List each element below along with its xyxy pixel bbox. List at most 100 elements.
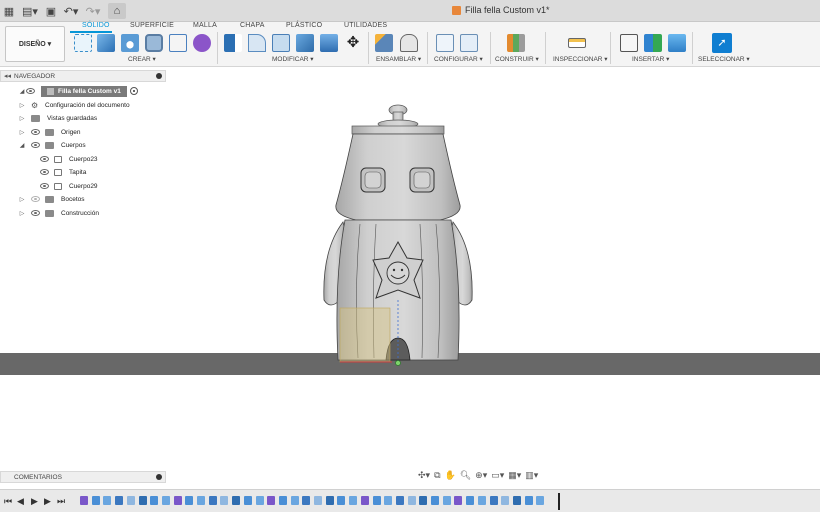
timeline-feature-icon[interactable] <box>150 496 159 505</box>
tree-item-document-settings[interactable]: ▷ ⚙ Configuración del documento <box>18 99 130 111</box>
timeline-feature-icon[interactable] <box>407 496 416 505</box>
visibility-eye-icon[interactable] <box>31 129 40 135</box>
timeline-feature-icon[interactable] <box>501 496 510 505</box>
comments-panel-title: COMENTARIOS <box>14 474 62 481</box>
timeline-feature-icon[interactable] <box>477 496 486 505</box>
step-forward-icon[interactable]: ▶ <box>44 496 51 507</box>
tree-item-bodies[interactable]: ◢ Cuerpos <box>18 139 86 151</box>
grid-settings-icon[interactable]: ▦▾ <box>508 470 521 481</box>
timeline-feature-icon[interactable] <box>185 496 194 505</box>
timeline-feature-icon[interactable] <box>173 496 182 505</box>
timeline-feature-icon[interactable] <box>512 496 521 505</box>
folder-icon <box>45 128 54 136</box>
timeline-feature-icon[interactable] <box>161 496 170 505</box>
visibility-eye-icon[interactable] <box>26 88 35 94</box>
tree-item-tapita[interactable]: Tapita <box>40 166 86 178</box>
navigation-toolbar: ✣▾ ⧉ ✋ 🔍︎ ⊕▾ ▭▾ ▦▾ ▥▾ <box>418 468 550 482</box>
timeline-feature-icon[interactable] <box>232 496 241 505</box>
timeline-feature-icon[interactable] <box>278 496 287 505</box>
timeline-feature-icon[interactable] <box>431 496 439 505</box>
expand-icon[interactable]: ▷ <box>18 129 26 136</box>
model-body[interactable] <box>323 104 473 366</box>
timeline-feature-icon[interactable] <box>115 496 124 505</box>
comments-panel-header[interactable]: COMENTARIOS <box>0 471 166 483</box>
timeline-feature-icon[interactable] <box>524 496 533 505</box>
timeline-feature-icon[interactable] <box>454 496 463 505</box>
expand-icon[interactable]: ▷ <box>18 196 26 203</box>
timeline-feature-icon[interactable] <box>360 496 369 505</box>
tree-item-construction[interactable]: ▷ Construcción <box>18 207 99 219</box>
go-to-start-icon[interactable]: ⏮ <box>4 496 12 507</box>
collapse-panel-icon[interactable]: ◂◂ <box>4 72 11 80</box>
timeline-feature-icon[interactable] <box>536 496 545 505</box>
add-comment-icon[interactable] <box>156 474 162 480</box>
expand-icon[interactable]: ▷ <box>18 210 26 217</box>
timeline-feature-icon[interactable] <box>442 496 451 505</box>
viewports-icon[interactable]: ▥▾ <box>525 470 538 481</box>
tree-item-sketches[interactable]: ▷ Bocetos <box>18 193 85 205</box>
collapse-icon[interactable]: ◢ <box>18 142 26 149</box>
visibility-eye-icon[interactable] <box>31 196 40 202</box>
body-icon <box>54 168 62 176</box>
look-at-icon[interactable]: ⧉ <box>434 470 440 481</box>
timeline-feature-icon[interactable] <box>290 496 299 505</box>
collapse-icon[interactable]: ◢ <box>18 88 26 95</box>
timeline-feature-icon[interactable] <box>243 496 252 505</box>
orbit-icon[interactable]: ✣▾ <box>418 470 430 481</box>
timeline-feature-icon[interactable] <box>103 496 112 505</box>
fit-icon[interactable]: ⊕▾ <box>475 470 487 481</box>
timeline-feature-icon[interactable] <box>138 496 147 505</box>
play-icon[interactable]: ▶ <box>31 496 38 507</box>
timeline-feature-icon[interactable] <box>267 496 276 505</box>
browser-panel-header[interactable]: ◂◂ NAVEGADOR <box>0 70 166 82</box>
timeline-feature-icon[interactable] <box>384 496 393 505</box>
panel-pin-icon[interactable] <box>156 73 162 79</box>
timeline-feature-icon[interactable] <box>302 496 311 505</box>
timeline-feature-icon[interactable] <box>466 496 475 505</box>
tree-root-label-box[interactable]: Filla fella Custom v1 <box>41 85 127 97</box>
visibility-eye-icon[interactable] <box>31 210 40 216</box>
tree-item-body29[interactable]: Cuerpo29 <box>40 180 98 192</box>
timeline-feature-icon[interactable] <box>255 496 264 505</box>
visibility-eye-icon[interactable] <box>40 169 49 175</box>
timeline-feature-icon[interactable] <box>325 496 334 505</box>
activate-radio-icon[interactable] <box>129 87 138 95</box>
visibility-eye-icon[interactable] <box>40 156 49 162</box>
timeline-feature-icon[interactable] <box>395 496 404 505</box>
folder-icon <box>45 141 54 149</box>
step-back-icon[interactable]: ◀ <box>17 496 24 507</box>
timeline-feature-icon[interactable] <box>80 496 88 505</box>
timeline-feature-icon[interactable] <box>91 496 100 505</box>
folder-icon <box>45 195 54 203</box>
timeline-feature-icon[interactable] <box>489 496 498 505</box>
timeline-marker[interactable] <box>558 493 560 510</box>
timeline-feature-icon[interactable] <box>337 496 346 505</box>
visibility-eye-icon[interactable] <box>31 142 40 148</box>
tree-item-origin[interactable]: ▷ Origen <box>18 126 81 138</box>
timeline-feature-icon[interactable] <box>208 496 217 505</box>
body-icon <box>54 182 62 190</box>
visibility-eye-icon[interactable] <box>40 183 49 189</box>
timeline-feature-icon[interactable] <box>419 496 428 505</box>
body-icon <box>54 155 62 163</box>
tree-item-body23[interactable]: Cuerpo23 <box>40 153 98 165</box>
folder-icon <box>45 209 54 217</box>
go-to-end-icon[interactable]: ⏭ <box>57 496 65 507</box>
timeline-feature-icon[interactable] <box>314 496 322 505</box>
timeline-feature-icon[interactable] <box>197 496 205 505</box>
expand-icon[interactable]: ▷ <box>18 102 26 109</box>
tree-root[interactable]: ◢ Filla fella Custom v1 <box>18 85 138 97</box>
display-settings-icon[interactable]: ▭▾ <box>491 470 504 481</box>
timeline-feature-icon[interactable] <box>126 496 135 505</box>
pan-hand-icon[interactable]: ✋ <box>445 470 456 481</box>
tree-item-saved-views[interactable]: ▷ Vistas guardadas <box>18 112 97 124</box>
folder-icon <box>31 114 40 122</box>
browser-panel-title: NAVEGADOR <box>14 73 56 80</box>
component-icon <box>47 87 54 95</box>
timeline-feature-icon[interactable] <box>349 496 358 505</box>
gear-icon: ⚙ <box>31 100 39 110</box>
timeline-feature-icon[interactable] <box>220 496 229 505</box>
timeline-feature-icon[interactable] <box>372 496 381 505</box>
zoom-icon[interactable]: 🔍︎ <box>460 470 471 481</box>
expand-icon[interactable]: ▷ <box>18 115 26 122</box>
